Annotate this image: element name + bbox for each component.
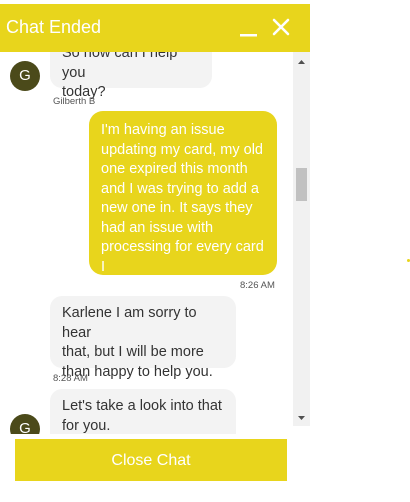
message-list[interactable]: So how can I help you today? G Gilberth … bbox=[0, 52, 293, 434]
agent-message-bubble: Let's take a look into that for you. bbox=[50, 389, 236, 434]
scroll-down-arrow-icon bbox=[298, 416, 305, 420]
user-message-bubble: I'm having an issue updating my card, my… bbox=[89, 111, 277, 294]
message-text-line: updating my card, my old bbox=[101, 141, 263, 158]
agent-message-bubble: Karlene I am sorry to hear that, but I w… bbox=[50, 296, 236, 380]
message-text-line: had an issue with bbox=[101, 219, 214, 236]
message-text-line: I'm having an issue bbox=[101, 122, 225, 138]
scroll-up-arrow-icon bbox=[298, 60, 305, 64]
scrollbar-thumb[interactable] bbox=[296, 168, 307, 201]
message-author: Gilberth B bbox=[53, 96, 96, 107]
message-text-line: one expired this month bbox=[101, 161, 248, 177]
agent-avatar: G bbox=[10, 61, 40, 91]
message-text-line: processing for every card I bbox=[101, 239, 264, 275]
message-text-line: Let's take a look into that bbox=[62, 398, 222, 414]
close-chat-button[interactable]: Close Chat bbox=[15, 439, 287, 481]
message-text-line: that, but I will be more bbox=[62, 344, 204, 360]
message-timestamp: 8:26 AM bbox=[240, 280, 275, 291]
close-icon bbox=[272, 18, 290, 36]
close-button[interactable] bbox=[268, 14, 294, 40]
chat-widget: Chat Ended So how can I help you today? … bbox=[0, 4, 310, 490]
message-text-line: Karlene I am sorry to hear bbox=[62, 305, 197, 341]
message-text-line: new one in. It says they bbox=[101, 200, 253, 216]
minimize-icon bbox=[240, 34, 257, 37]
message-scrollbar[interactable] bbox=[293, 52, 310, 426]
message-text-line: and I was trying to add a bbox=[101, 180, 259, 197]
chat-header: Chat Ended bbox=[0, 4, 310, 52]
agent-message-bubble: So how can I help you today? bbox=[50, 52, 212, 100]
agent-avatar: G bbox=[10, 414, 40, 434]
scroll-down-button[interactable] bbox=[293, 409, 310, 426]
scroll-up-button[interactable] bbox=[293, 54, 310, 71]
minimize-button[interactable] bbox=[236, 14, 262, 40]
message-timestamp: 8:28 AM bbox=[53, 373, 88, 384]
message-text-line: So how can I help you bbox=[62, 52, 178, 81]
chat-title: Chat Ended bbox=[6, 17, 102, 37]
message-text-line: for you. bbox=[62, 417, 111, 434]
